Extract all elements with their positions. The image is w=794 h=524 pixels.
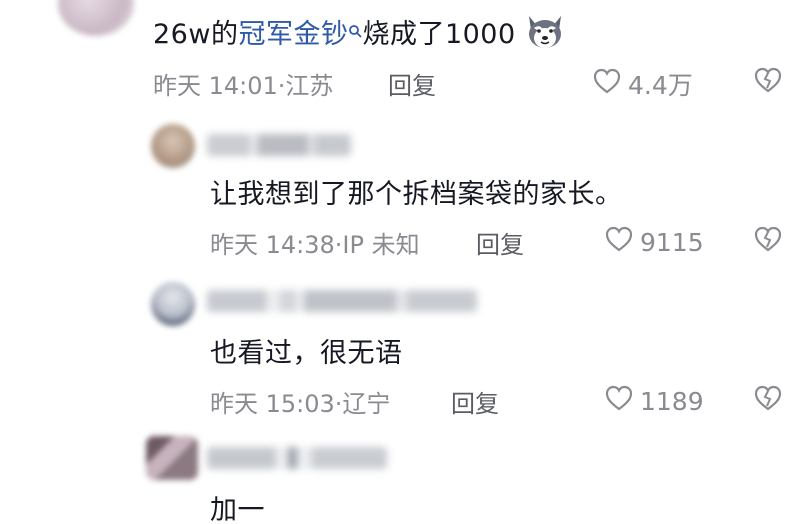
avatar[interactable] (151, 124, 195, 168)
reply-button[interactable]: 回复 (476, 225, 524, 260)
broken-heart-icon (752, 67, 784, 98)
search-keyword-link[interactable]: 冠军金钞 (238, 19, 348, 50)
comment-text: 也看过，很无语 (210, 338, 403, 369)
like-button[interactable]: 4.4万 (592, 66, 693, 102)
broken-heart-icon (752, 226, 784, 257)
like-count: 9115 (640, 227, 704, 257)
dislike-button[interactable] (752, 384, 784, 416)
like-button[interactable]: 9115 (604, 225, 704, 259)
husky-dog-icon (525, 14, 565, 57)
comment-text: 加一 (210, 495, 265, 524)
heart-icon (604, 384, 634, 418)
like-count: 4.4万 (628, 71, 693, 100)
dislike-button[interactable] (752, 225, 784, 257)
comment-meta: 昨天 14:01·江苏 (153, 72, 334, 100)
comment-text-part: 烧成了1000 (362, 19, 516, 50)
search-icon[interactable] (348, 14, 362, 45)
dislike-button[interactable] (752, 66, 784, 98)
comment-text: 26w的冠军金钞 烧成了1000 (153, 12, 565, 57)
reply-button[interactable]: 回复 (388, 66, 436, 101)
comment-text-part: 26w的 (153, 19, 239, 50)
username[interactable] (207, 134, 351, 156)
reply-button[interactable]: 回复 (451, 384, 499, 419)
username[interactable] (207, 447, 387, 469)
like-count: 1189 (640, 386, 704, 416)
username[interactable] (207, 290, 477, 312)
heart-icon (604, 225, 634, 259)
comment-meta: 昨天 14:38·IP 未知 (210, 231, 420, 259)
avatar[interactable] (146, 436, 198, 480)
avatar[interactable] (58, 0, 134, 36)
comment-meta: 昨天 15:03·辽宁 (210, 390, 391, 418)
heart-icon (592, 67, 622, 101)
broken-heart-icon (752, 385, 784, 416)
like-button[interactable]: 1189 (604, 384, 704, 418)
avatar[interactable] (151, 282, 195, 326)
comment-text: 让我想到了那个拆档案袋的家长。 (210, 179, 623, 210)
